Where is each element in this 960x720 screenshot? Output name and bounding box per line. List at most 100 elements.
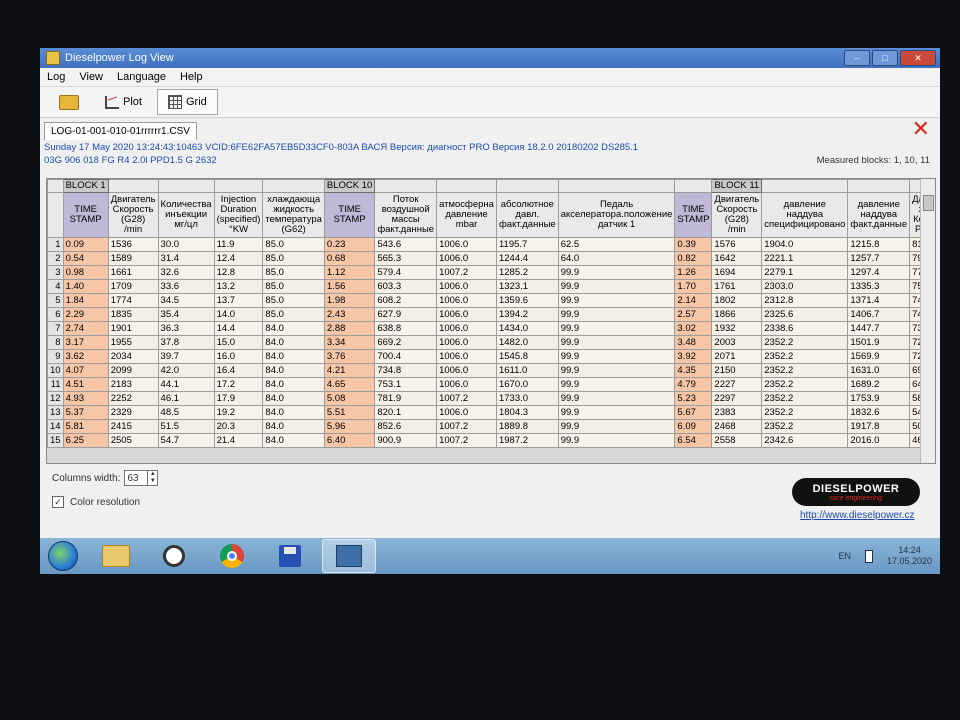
start-button[interactable] — [48, 541, 78, 571]
column-header[interactable]: Injection Duration (specified) °KW — [213, 192, 264, 238]
table-cell: 1006.0 — [436, 251, 497, 266]
table-cell: 11.9 — [213, 237, 264, 252]
column-header[interactable]: давление наддува факт.данные — [847, 192, 911, 238]
table-cell: 1835 — [107, 307, 159, 322]
taskbar-gauge[interactable] — [148, 540, 200, 572]
table-cell: 638.8 — [374, 321, 438, 336]
scroll-thumb[interactable] — [923, 195, 934, 211]
close-file-icon[interactable]: ✕ — [912, 118, 930, 140]
column-header[interactable]: Количества инъекции мг/цл — [157, 192, 215, 238]
columns-width-spinner[interactable]: 63 ▲ ▼ — [124, 470, 159, 486]
table-cell: 99.9 — [557, 307, 676, 322]
timestamp-cell: 4.51 — [62, 377, 109, 392]
table-cell: 32.6 — [157, 265, 215, 280]
row-number[interactable]: 10 — [47, 363, 64, 378]
taskbar-chrome[interactable] — [206, 540, 258, 572]
row-number[interactable]: 11 — [47, 377, 64, 392]
clock[interactable]: 14:24 17.05.2020 — [887, 545, 932, 567]
table-cell: 85.0 — [262, 251, 325, 266]
row-number[interactable]: 5 — [47, 293, 64, 308]
table-cell: 99.9 — [557, 279, 676, 294]
row-number[interactable]: 9 — [47, 349, 64, 364]
timestamp-cell: 2.57 — [674, 307, 713, 322]
row-number[interactable]: 7 — [47, 321, 64, 336]
table-cell: 1611.0 — [495, 363, 559, 378]
column-header[interactable]: Поток воздушной массы факт.данные — [374, 192, 438, 238]
menu-view[interactable]: View — [72, 71, 110, 83]
table-cell: 85.0 — [262, 265, 325, 280]
column-header[interactable]: Двигатель Скорость (G28) /min — [107, 192, 159, 238]
maximize-button[interactable]: □ — [872, 50, 898, 66]
logo-subtitle: race engineering — [829, 494, 883, 502]
table-cell: 608.2 — [374, 293, 438, 308]
block-spacer — [847, 179, 911, 193]
timestamp-cell: 2.29 — [62, 307, 109, 322]
row-number[interactable]: 13 — [47, 405, 64, 420]
row-number[interactable]: 8 — [47, 335, 64, 350]
table-cell: 2312.8 — [761, 293, 849, 308]
file-tab[interactable]: LOG-01-001-010-01rrrrrr1.CSV — [44, 122, 197, 140]
column-header[interactable]: TIME STAMP — [674, 192, 713, 238]
table-cell: 1323.1 — [495, 279, 559, 294]
plot-button[interactable]: Plot — [94, 89, 153, 115]
menu-log[interactable]: Log — [40, 71, 72, 83]
row-number[interactable]: 15 — [47, 433, 64, 448]
table-cell: 2099 — [107, 363, 159, 378]
timestamp-cell: 3.02 — [674, 321, 713, 336]
row-number[interactable]: 3 — [47, 265, 64, 280]
table-cell: 84.0 — [262, 391, 325, 406]
column-header[interactable]: давление наддува специфицировано — [761, 192, 849, 238]
table-cell: 13.2 — [213, 279, 264, 294]
plot-icon — [105, 95, 119, 109]
website-link[interactable]: http://www.dieselpower.cz — [800, 510, 915, 521]
log-info-line2: 03G 906 018 FG R4 2.0l PPD1.5 G 2632 — [44, 155, 217, 166]
open-button[interactable] — [48, 89, 90, 115]
battery-icon[interactable] — [864, 549, 873, 563]
row-number[interactable]: 6 — [47, 307, 64, 322]
table-cell: 2352.2 — [761, 335, 849, 350]
row-number[interactable]: 1 — [47, 237, 64, 252]
table-cell: 99.9 — [557, 433, 676, 448]
spinner-arrows-icon[interactable]: ▲ ▼ — [147, 471, 157, 485]
column-header[interactable]: TIME STAMP — [323, 192, 376, 238]
table-cell: 99.9 — [557, 265, 676, 280]
row-number[interactable]: 2 — [47, 251, 64, 266]
block-spacer — [674, 179, 713, 193]
clock-date: 17.05.2020 — [886, 556, 932, 566]
log-info-line1: Sunday 17 May 2020 13:24:43:10463 VCID:6… — [44, 142, 639, 153]
table-cell: 1761 — [711, 279, 763, 294]
table-cell: 1832.6 — [847, 405, 911, 420]
table-cell: 1774 — [107, 293, 159, 308]
menu-language[interactable]: Language — [110, 71, 173, 83]
taskbar-explorer[interactable] — [90, 540, 142, 572]
menu-help[interactable]: Help — [173, 71, 210, 83]
row-number[interactable]: 4 — [47, 279, 64, 294]
table-cell: 2352.2 — [761, 377, 849, 392]
table-cell: 31.4 — [157, 251, 215, 266]
vertical-scrollbar[interactable] — [920, 179, 935, 463]
table-cell: 1007.2 — [436, 419, 497, 434]
minimize-button[interactable]: – — [844, 50, 870, 66]
grid-button[interactable]: Grid — [156, 89, 218, 115]
language-indicator[interactable]: EN — [838, 551, 851, 561]
color-resolution-checkbox[interactable]: ✓ — [52, 496, 64, 508]
table-cell: 99.9 — [557, 321, 676, 336]
table-cell: 1689.2 — [847, 377, 911, 392]
column-header[interactable]: атмосферна давление mbar — [436, 192, 497, 238]
table-cell: 1661 — [107, 265, 159, 280]
column-header[interactable]: TIME STAMP — [62, 192, 109, 238]
table-cell: 2468 — [711, 419, 763, 434]
taskbar-save[interactable] — [264, 540, 316, 572]
table-cell: 1006.0 — [436, 335, 497, 350]
close-window-button[interactable]: ✕ — [900, 50, 936, 66]
row-number[interactable]: 12 — [47, 391, 64, 406]
column-header[interactable]: Двигатель Скорость (G28) /min — [711, 192, 763, 238]
desktop-screen: Dieselpower Log View – □ ✕ Log View Lang… — [40, 48, 940, 574]
column-header[interactable]: абсолютное давл. факт.данные — [495, 192, 559, 238]
row-number[interactable]: 14 — [47, 419, 64, 434]
dieselpower-logo: DIESELPOWER race engineering — [792, 478, 920, 506]
taskbar-logview[interactable] — [322, 539, 376, 573]
column-header[interactable]: хлаждающа жидкость температура (G62) — [262, 192, 325, 238]
column-header[interactable]: Педаль акселератора.положение датчик 1 — [557, 192, 676, 238]
data-grid[interactable]: BLOCK 1 BLOCK 10 BLOCK 11 TIME STAMP Двигате… — [46, 178, 936, 464]
